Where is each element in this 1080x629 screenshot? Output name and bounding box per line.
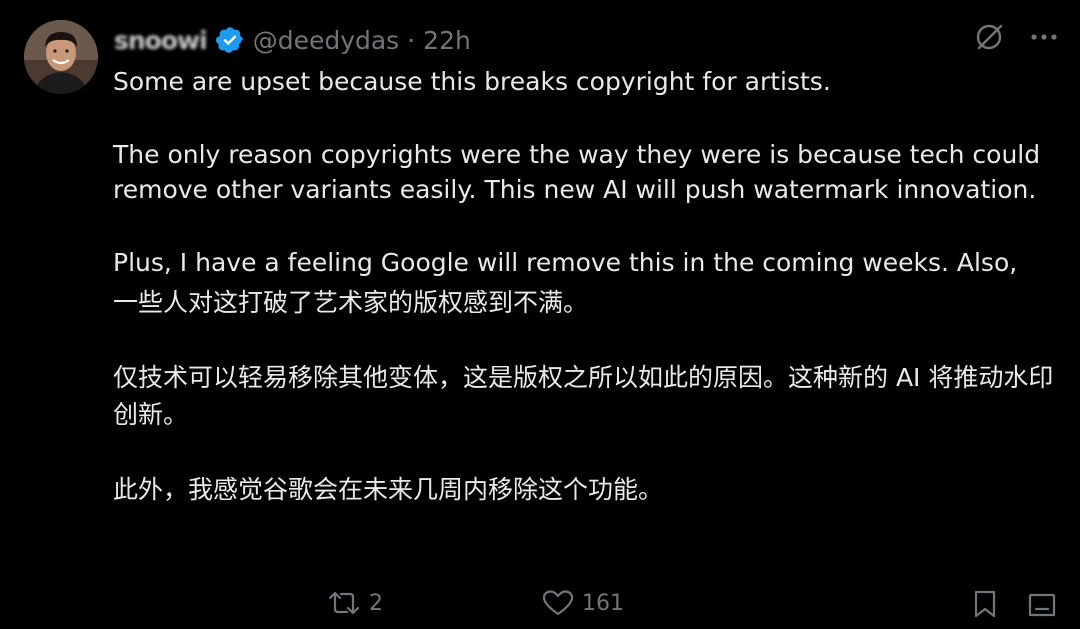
display-name[interactable]: snoowi xyxy=(114,26,208,55)
share-button[interactable] xyxy=(1027,589,1057,619)
timestamp[interactable]: 22h xyxy=(423,26,471,55)
tweet-body: Some are upset because this breaks copyr… xyxy=(113,64,1063,508)
tweet-paragraph-en-1: Some are upset because this breaks copyr… xyxy=(113,67,831,96)
like-button[interactable]: 161 xyxy=(542,589,624,617)
tweet-paragraph-zh-1: 一些人对这打破了艺术家的版权感到不满。 xyxy=(113,288,589,317)
retweet-count: 2 xyxy=(369,590,383,616)
more-button[interactable] xyxy=(1030,32,1058,42)
tweet-paragraph-zh-3: 此外，我感觉谷歌会在未来几周内移除这个功能。 xyxy=(113,475,664,504)
bookmark-button[interactable] xyxy=(971,589,999,619)
more-icon xyxy=(1031,34,1057,40)
share-icon xyxy=(1028,593,1056,617)
tweet-paragraph-en-3: Plus, I have a feeling Google will remov… xyxy=(113,248,1018,277)
like-count: 161 xyxy=(582,590,624,616)
grok-icon xyxy=(976,24,1003,50)
top-actions xyxy=(974,22,1058,52)
avatar-image xyxy=(24,20,98,94)
separator-dot: · xyxy=(407,25,416,55)
tweet: snoowi @deedydas · 22h Some are upset be… xyxy=(0,0,1080,629)
retweet-button[interactable]: 2 xyxy=(327,589,383,617)
user-handle[interactable]: @deedydas xyxy=(253,26,400,55)
retweet-icon xyxy=(328,591,360,615)
tweet-paragraph-en-2: The only reason copyrights were the way … xyxy=(113,140,1041,204)
tweet-paragraph-zh-2: 仅技术可以轻易移除其他变体，这是版权之所以如此的原因。这种新的 AI 将推动水印… xyxy=(113,363,1054,429)
grok-button[interactable] xyxy=(974,22,1004,52)
avatar[interactable] xyxy=(24,20,98,94)
tweet-header: snoowi @deedydas · 22h xyxy=(114,22,471,58)
heart-icon xyxy=(542,590,574,616)
verified-badge-icon xyxy=(215,27,243,53)
bookmark-icon xyxy=(974,590,996,618)
action-bar: 2 161 xyxy=(0,585,1080,629)
